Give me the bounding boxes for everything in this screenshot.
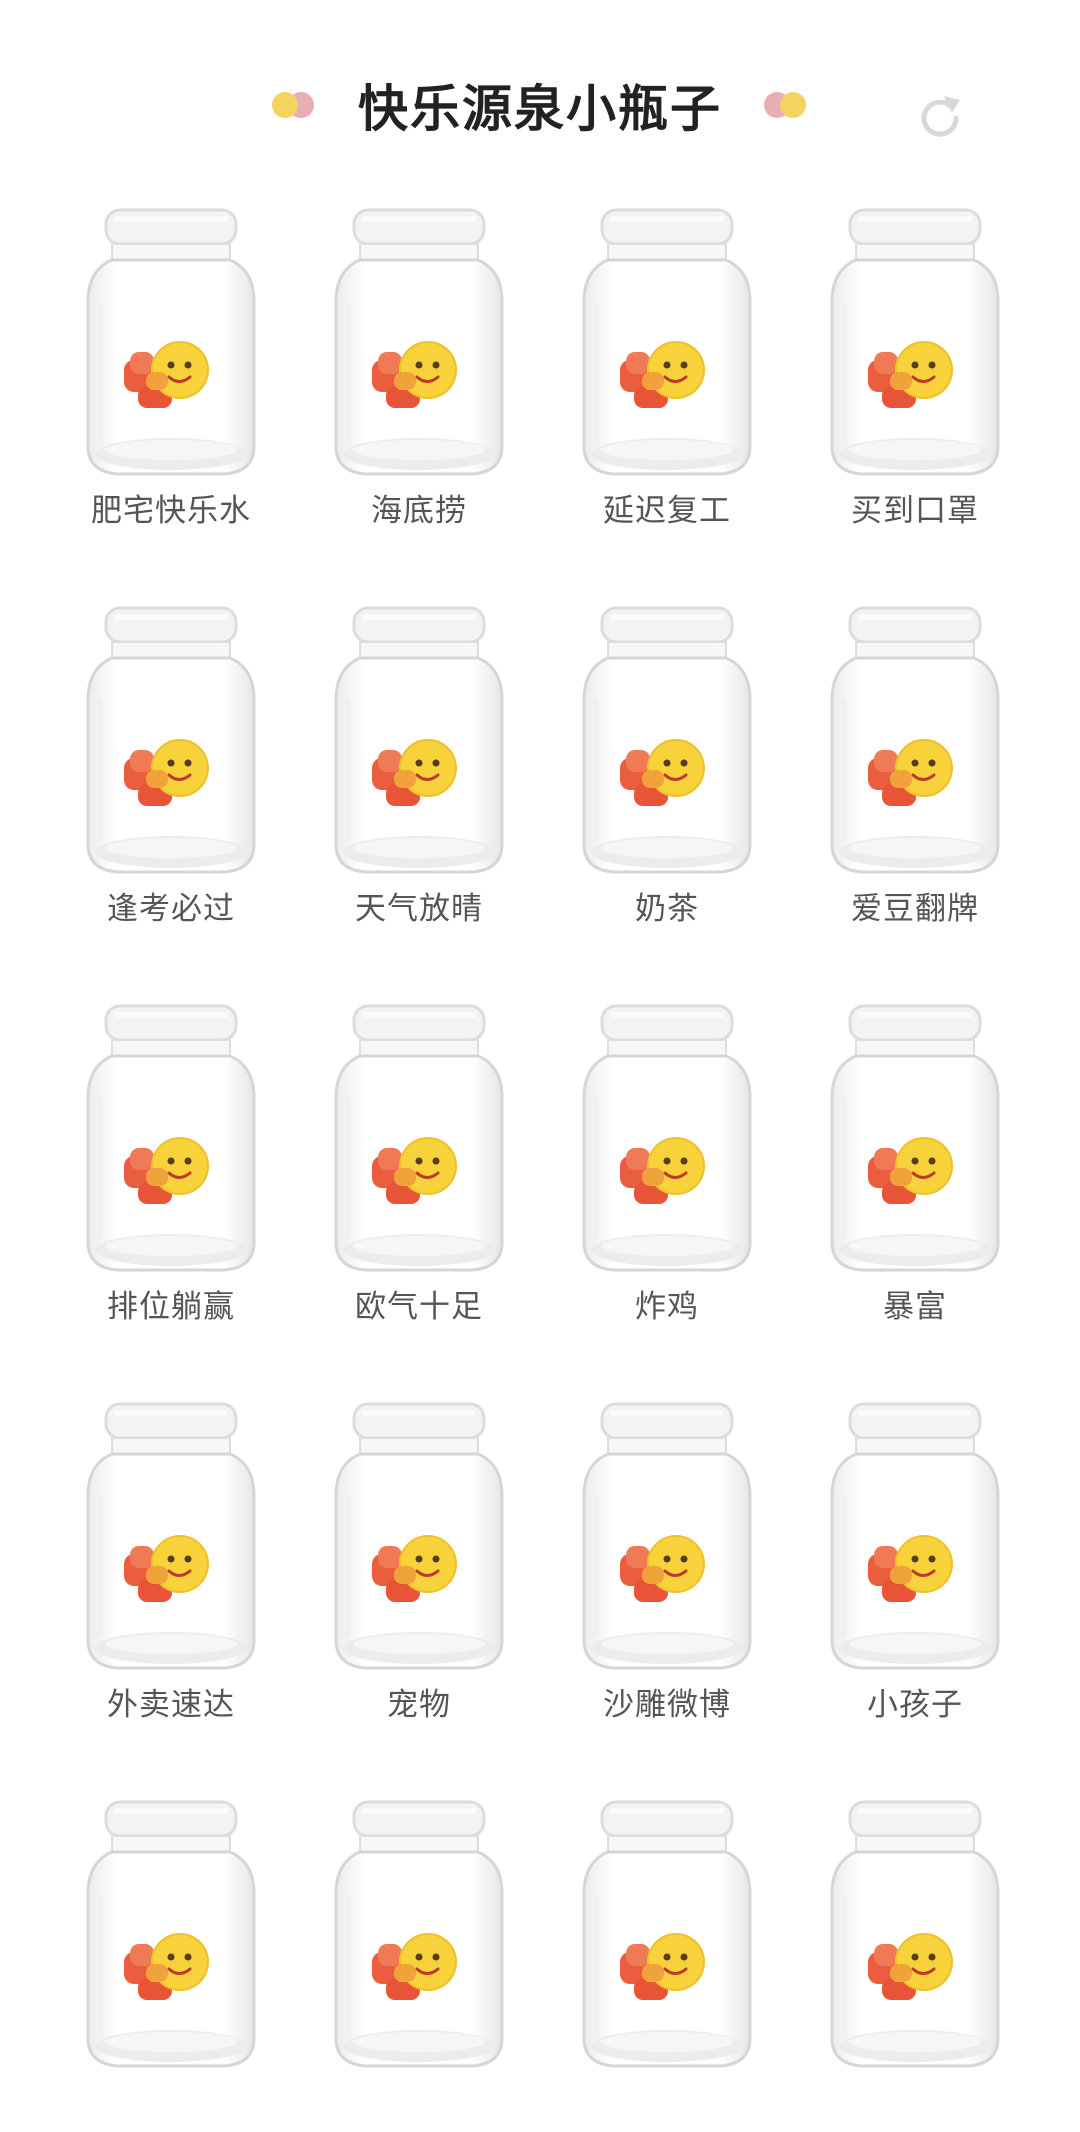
jar-icon	[78, 602, 264, 878]
jar-label: 爱豆翻牌	[851, 891, 979, 927]
jar-item[interactable]: 奶茶	[544, 598, 790, 938]
jar-item[interactable]: 小孩子	[792, 1394, 1038, 1734]
jar-icon	[574, 1000, 760, 1276]
jar-icon	[574, 1796, 760, 2072]
jar-icon	[326, 1398, 512, 1674]
jar-item[interactable]: 欧气十足	[296, 996, 542, 1336]
jar-item[interactable]: 逢考必过	[48, 598, 294, 938]
jar-icon	[822, 602, 1008, 878]
jar-item[interactable]	[48, 1792, 294, 2132]
jar-label: 肥宅快乐水	[91, 493, 251, 529]
jar-icon	[574, 602, 760, 878]
jar-label: 买到口罩	[851, 493, 979, 529]
jar-icon	[78, 1796, 264, 2072]
jar-label: 炸鸡	[635, 1289, 699, 1325]
decor-dots-right	[764, 92, 808, 118]
jar-item[interactable]: 宠物	[296, 1394, 542, 1734]
jar-icon	[822, 204, 1008, 480]
jar-item[interactable]: 爱豆翻牌	[792, 598, 1038, 938]
page-title: 快乐源泉小瓶子	[358, 80, 722, 138]
jar-label: 小孩子	[867, 1687, 963, 1723]
jar-label: 外卖速达	[107, 1687, 235, 1723]
jar-label: 海底捞	[371, 493, 467, 529]
jar-label: 欧气十足	[355, 1289, 483, 1325]
decor-dots-left	[272, 92, 316, 118]
jar-icon	[574, 1398, 760, 1674]
jar-item[interactable]	[544, 1792, 790, 2132]
jar-icon	[326, 1000, 512, 1276]
jar-icon	[822, 1398, 1008, 1674]
jar-item[interactable]: 外卖速达	[48, 1394, 294, 1734]
jar-icon	[326, 1796, 512, 2072]
jar-label: 奶茶	[635, 891, 699, 927]
jar-item[interactable]: 海底捞	[296, 200, 542, 540]
jar-item[interactable]: 肥宅快乐水	[48, 200, 294, 540]
jar-item[interactable]: 天气放晴	[296, 598, 542, 938]
jar-icon	[822, 1796, 1008, 2072]
jar-label: 沙雕微博	[603, 1687, 731, 1723]
jar-item[interactable]: 暴富	[792, 996, 1038, 1336]
jar-item[interactable]: 排位躺赢	[48, 996, 294, 1336]
jar-label: 暴富	[883, 1289, 947, 1325]
jar-item[interactable]: 延迟复工	[544, 200, 790, 540]
jar-label: 天气放晴	[355, 891, 483, 927]
jar-icon	[326, 204, 512, 480]
jar-item[interactable]	[296, 1792, 542, 2132]
jar-icon	[822, 1000, 1008, 1276]
jar-icon	[78, 204, 264, 480]
jar-icon	[78, 1000, 264, 1276]
jar-icon	[326, 602, 512, 878]
jar-item[interactable]: 炸鸡	[544, 996, 790, 1336]
jar-label: 延迟复工	[603, 493, 731, 529]
header: 快乐源泉小瓶子	[0, 0, 1080, 200]
jar-label: 宠物	[387, 1687, 451, 1723]
jar-label: 排位躺赢	[107, 1289, 235, 1325]
jar-icon	[78, 1398, 264, 1674]
refresh-icon[interactable]	[910, 88, 970, 148]
jar-item[interactable]: 买到口罩	[792, 200, 1038, 540]
jar-label: 逢考必过	[107, 891, 235, 927]
jar-item[interactable]: 沙雕微博	[544, 1394, 790, 1734]
jar-icon	[574, 204, 760, 480]
jar-item[interactable]	[792, 1792, 1038, 2132]
